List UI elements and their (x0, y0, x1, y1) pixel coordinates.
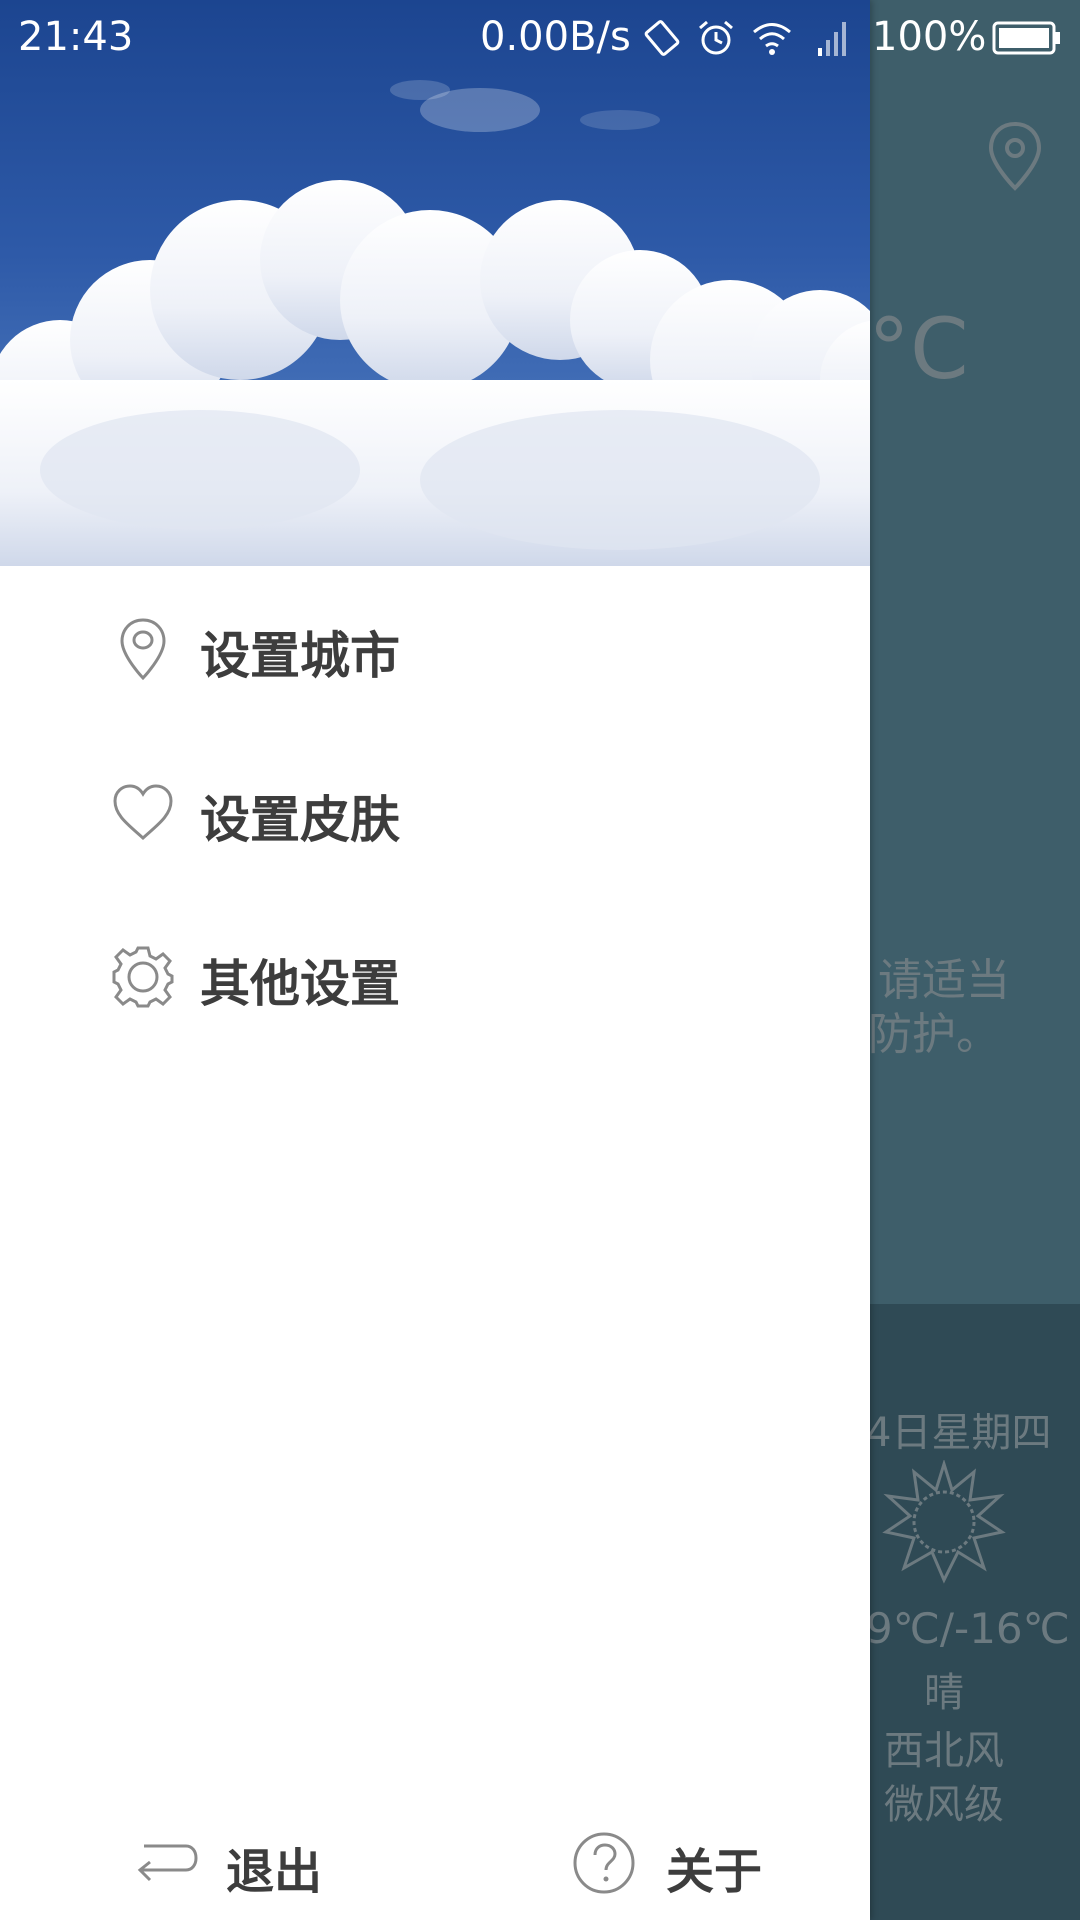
advice-text-line2: 防护。 (868, 1009, 1000, 1060)
about-button[interactable]: 关于 (570, 1826, 790, 1906)
exit-label: 退出 (226, 1844, 323, 1900)
temperature-unit: °C (868, 300, 969, 398)
menu-item-set-skin[interactable]: 设置皮肤 (0, 750, 870, 880)
forecast-date: 4日星期四 (866, 1410, 1052, 1456)
status-bar: 21:43 0.00B/s 100% (0, 0, 1080, 76)
location-icon[interactable] (986, 120, 1044, 192)
wind-direction: 西北风 (884, 1728, 1004, 1774)
weather-condition: 晴 (924, 1670, 964, 1716)
battery-percentage: 100% (872, 14, 987, 60)
navigation-drawer: 设置城市 设置皮肤 其他设置 退出 关于 (0, 0, 870, 1920)
menu-label-other-settings: 其他设置 (200, 955, 400, 1013)
location-pin-icon (120, 618, 166, 681)
rotate-icon (644, 20, 680, 56)
sky-clouds-image (0, 0, 870, 566)
drawer-header-image (0, 0, 870, 566)
wifi-icon (753, 23, 791, 55)
network-speed: 0.00B/s (480, 14, 631, 60)
gear-icon (112, 946, 174, 1008)
exit-button[interactable]: 退出 (130, 1826, 350, 1906)
alarm-icon (699, 20, 733, 55)
menu-item-set-city[interactable]: 设置城市 (0, 586, 870, 716)
heart-icon (113, 784, 173, 841)
sunny-icon (882, 1460, 1006, 1584)
question-circle-icon (573, 1832, 635, 1894)
wind-level: 微风级 (884, 1782, 1004, 1828)
status-time: 21:43 (18, 14, 134, 60)
menu-label-set-skin: 设置皮肤 (200, 791, 400, 849)
temperature-range: 9℃/-16℃ (866, 1604, 1070, 1653)
return-arrow-icon (137, 1844, 198, 1882)
menu-label-set-city: 设置城市 (200, 627, 400, 685)
menu-item-other-settings[interactable]: 其他设置 (0, 914, 870, 1044)
about-label: 关于 (666, 1844, 763, 1900)
battery-icon (992, 21, 1060, 55)
signal-icon (818, 22, 846, 56)
